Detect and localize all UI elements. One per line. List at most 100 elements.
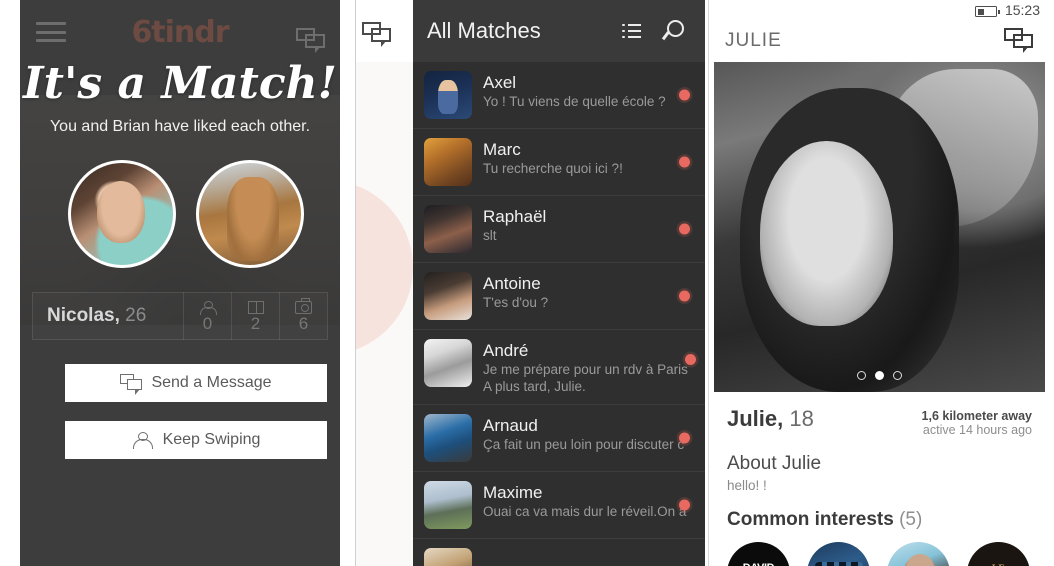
unread-indicator — [679, 223, 690, 235]
pagination-dot[interactable] — [857, 371, 866, 380]
profile-stats-bar: Nicolas, 26 0 2 6 — [32, 292, 328, 340]
pagination-dot[interactable] — [893, 371, 902, 380]
unread-indicator — [679, 432, 690, 444]
chat-bubbles-icon — [120, 374, 143, 395]
stat-value: 6 — [298, 314, 309, 333]
unread-indicator — [679, 89, 690, 101]
bullet-list-icon[interactable] — [622, 23, 641, 39]
avatar — [424, 481, 472, 529]
match-list-item[interactable]: Antoine T'es d'ou ? — [413, 263, 705, 330]
matches-panel: All Matches Axel Yo ! Tu viens de quelle… — [355, 0, 705, 566]
stat-friends: 0 — [183, 292, 231, 340]
activity-text: active 14 hours ago — [922, 423, 1032, 437]
match-panel: 6tindr It's a Match! You and Brian have … — [0, 0, 355, 566]
decorative-circle — [356, 180, 413, 355]
match-name: Antoine — [483, 274, 541, 293]
match-list-item[interactable]: André Je me prépare pour un rdv à Paris … — [413, 330, 705, 405]
profile-name: Julie, 18 — [727, 406, 814, 432]
profile-details: Julie, 18 1,6 kilometer away active 14 h… — [709, 392, 1050, 566]
match-list-item[interactable]: Raphaël slt — [413, 196, 705, 263]
unread-indicator — [679, 290, 690, 302]
interest-item[interactable]: LE KENLAND — [967, 542, 1030, 566]
send-message-label: Send a Message — [151, 374, 272, 391]
avatar — [424, 138, 472, 186]
book-icon — [247, 299, 264, 315]
photo-pagination[interactable] — [714, 371, 1045, 380]
interest-label: LE KENLAND — [967, 563, 1030, 566]
avatar — [424, 548, 472, 566]
camera-icon — [295, 297, 312, 315]
stat-photos: 6 — [279, 292, 327, 340]
interest-item[interactable]: DAVID GUETTA — [727, 542, 790, 566]
avatar — [424, 71, 472, 119]
profile-name-text: Julie, — [727, 406, 784, 431]
match-list-item[interactable]: Axel Yo ! Tu viens de quelle école ? — [413, 62, 705, 129]
match-message: slt — [483, 228, 497, 243]
match-message: Ouai ca va mais dur le réveil.On a — [483, 504, 687, 519]
profile-name-text: Nicolas, — [47, 305, 120, 326]
clock: 15:23 — [1004, 2, 1040, 18]
stat-value: 0 — [202, 314, 213, 333]
match-panel-body: 6tindr It's a Match! You and Brian have … — [20, 0, 340, 566]
match-message: T'es d'ou ? — [483, 295, 549, 310]
avatar — [424, 414, 472, 462]
photo-detail — [760, 141, 893, 326]
unread-indicator — [679, 156, 690, 168]
profile-header: JULIE — [709, 24, 1050, 62]
match-name: Marc — [483, 140, 521, 159]
avatar — [424, 205, 472, 253]
profile-photo[interactable] — [714, 62, 1045, 392]
match-name: Arnaud — [483, 416, 538, 435]
about-heading: About Julie — [727, 453, 822, 474]
interest-item[interactable] — [807, 542, 870, 566]
keep-swiping-button[interactable]: Keep Swiping — [65, 421, 327, 459]
keep-swiping-label: Keep Swiping — [162, 431, 261, 448]
send-message-button[interactable]: Send a Message — [65, 364, 327, 402]
match-topbar: 6tindr — [20, 10, 340, 55]
matches-title: All Matches — [427, 18, 541, 43]
interests-count: (5) — [899, 509, 923, 530]
app-logo: 6tindr — [131, 15, 229, 50]
match-name: André — [483, 341, 529, 360]
match-message: Ça fait un peu loin pour discuter c — [483, 437, 685, 452]
profile-panel: 15:23 JULIE Julie, 18 1,6 kilometer away… — [705, 0, 1054, 566]
avatar[interactable] — [196, 160, 304, 268]
match-list-item[interactable]: Maxime Ouai ca va mais dur le réveil.On … — [413, 472, 705, 539]
match-avatars — [20, 160, 340, 275]
interests-list: DAVID GUETTA LE KENLAND — [727, 542, 1032, 566]
match-message: Je me prépare pour un rdv à Paris — [483, 362, 688, 377]
chat-bubbles-icon[interactable] — [362, 22, 392, 47]
interest-item[interactable] — [887, 542, 950, 566]
screenshot-stage: 6tindr It's a Match! You and Brian have … — [0, 0, 1054, 566]
matches-header: All Matches — [413, 0, 705, 62]
match-name: Maxime — [483, 483, 543, 502]
match-name: Axel — [483, 73, 517, 92]
about-text: hello! ! — [727, 478, 767, 493]
friends-icon — [200, 299, 217, 315]
distance-text: 1,6 kilometer away — [921, 409, 1032, 423]
match-message-line2: A plus tard, Julie. — [483, 379, 586, 394]
match-list-item[interactable]: Marc Tu recherche quoi ici ?! — [413, 129, 705, 196]
match-message: Tu recherche quoi ici ?! — [483, 161, 623, 176]
avatar — [424, 339, 472, 387]
search-icon[interactable] — [664, 20, 685, 41]
matches-left-strip — [355, 0, 413, 566]
match-title: It's a Match! — [23, 58, 337, 109]
stat-book: 2 — [231, 292, 279, 340]
matches-list-container: All Matches Axel Yo ! Tu viens de quelle… — [413, 0, 705, 566]
people-icon — [132, 432, 154, 449]
interests-heading-text: Common interests — [727, 509, 894, 530]
interest-label: DAVID GUETTA — [727, 562, 790, 566]
profile-age: 26 — [125, 305, 147, 326]
pagination-dot-active[interactable] — [875, 371, 884, 380]
chat-bubbles-icon[interactable] — [1004, 28, 1034, 53]
unread-indicator — [685, 354, 696, 365]
match-list-item[interactable]: Arnaud Ça fait un peu loin pour discuter… — [413, 405, 705, 472]
avatar[interactable] — [68, 160, 176, 268]
avatar — [424, 272, 472, 320]
battery-icon — [975, 6, 1000, 17]
unread-indicator — [679, 499, 690, 511]
match-list-item-partial[interactable] — [413, 539, 705, 566]
chat-bubbles-icon[interactable] — [296, 28, 326, 53]
page-title: JULIE — [725, 30, 782, 51]
